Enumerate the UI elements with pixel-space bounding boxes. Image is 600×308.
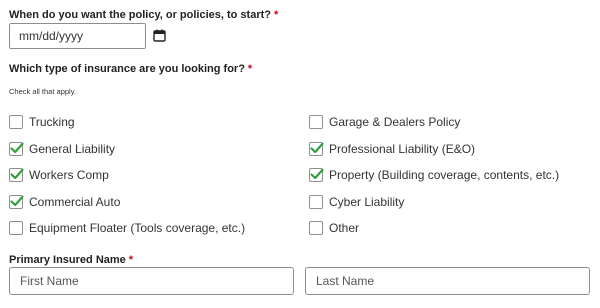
insurance-option-label: General Liability	[29, 142, 116, 156]
checkmark-icon	[10, 168, 24, 180]
first-name-input[interactable]: First Name	[9, 267, 294, 295]
checkbox-checked[interactable]	[9, 195, 24, 209]
checkbox-checked[interactable]	[309, 168, 324, 182]
checkbox[interactable]	[9, 115, 23, 129]
primary-insured-label: Primary Insured Name *	[9, 253, 133, 267]
insurance-option-label: Commercial Auto	[29, 195, 121, 209]
insurance-type-hint: Check all that apply.	[9, 87, 76, 96]
checkmark-icon	[310, 168, 324, 180]
checkmark-icon	[10, 195, 24, 207]
required-asterisk: *	[273, 9, 279, 21]
insurance-option-label: Professional Liability (E&O)	[329, 142, 476, 156]
insurance-option-label: Garage & Dealers Policy	[329, 115, 461, 129]
insurance-option-label: Other	[329, 221, 360, 235]
checkmark-icon	[310, 142, 324, 154]
checkbox-checked[interactable]	[309, 142, 324, 156]
checkbox[interactable]	[309, 221, 323, 235]
insurance-option-label: Trucking	[29, 115, 75, 129]
checkmark-icon	[10, 142, 24, 154]
start-date-question: When do you want the policy, or policies…	[9, 8, 278, 22]
last-name-input[interactable]: Last Name	[305, 267, 590, 295]
start-date-question-text: When do you want the policy, or policies…	[9, 9, 271, 21]
insurance-option-label: Property (Building coverage, contents, e…	[329, 168, 560, 182]
primary-insured-label-text: Primary Insured Name	[9, 254, 126, 266]
insurance-option-label: Workers Comp	[29, 168, 109, 182]
required-asterisk: *	[128, 254, 134, 266]
insurance-option-label: Cyber Liability	[329, 195, 405, 209]
checkbox[interactable]	[309, 115, 323, 129]
start-date-input[interactable]: mm/dd/yyyy	[9, 23, 146, 49]
insurance-type-question: Which type of insurance are you looking …	[9, 62, 252, 76]
checkbox-checked[interactable]	[9, 142, 24, 156]
checkbox-checked[interactable]	[9, 168, 24, 182]
checkbox[interactable]	[309, 195, 323, 209]
checkbox[interactable]	[9, 221, 23, 235]
calendar-icon[interactable]	[153, 29, 166, 42]
insurance-option-label: Equipment Floater (Tools coverage, etc.)	[29, 221, 246, 235]
required-asterisk: *	[247, 63, 253, 75]
insurance-type-question-text: Which type of insurance are you looking …	[9, 63, 245, 75]
